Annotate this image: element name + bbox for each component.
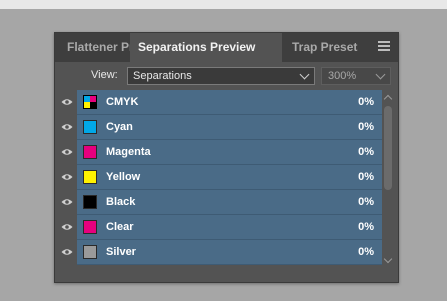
ink-swatch bbox=[83, 145, 97, 159]
ink-row-cmyk[interactable]: CMYK 0% bbox=[55, 90, 398, 115]
ink-row-yellow[interactable]: Yellow 0% bbox=[55, 165, 398, 190]
ink-name: Clear bbox=[106, 221, 134, 233]
view-row: View: Separations 300% bbox=[55, 62, 398, 90]
eye-icon[interactable] bbox=[61, 98, 73, 106]
ink-row-magenta[interactable]: Magenta 0% bbox=[55, 140, 398, 165]
ink-percent: 0% bbox=[358, 171, 374, 183]
ink-percent: 0% bbox=[358, 196, 374, 208]
ink-name: Yellow bbox=[106, 171, 141, 183]
eye-icon[interactable] bbox=[61, 223, 73, 231]
chevron-down-icon bbox=[299, 69, 310, 80]
ink-name: CMYK bbox=[106, 96, 139, 108]
ink-swatch bbox=[83, 120, 97, 134]
separations-preview-panel: Flattener Preview Separations Preview Tr… bbox=[54, 32, 399, 283]
ink-row-cyan[interactable]: Cyan 0% bbox=[55, 115, 398, 140]
ink-list-scrollbar[interactable] bbox=[382, 90, 396, 270]
eye-icon[interactable] bbox=[61, 248, 73, 256]
chevron-down-icon bbox=[375, 69, 386, 80]
ink-percent: 0% bbox=[358, 246, 374, 258]
eye-icon[interactable] bbox=[61, 173, 73, 181]
zoom-dropdown[interactable]: 300% bbox=[321, 67, 391, 85]
ink-swatch bbox=[83, 195, 97, 209]
view-dropdown-value: Separations bbox=[133, 70, 192, 82]
ink-percent: 0% bbox=[358, 121, 374, 133]
eye-icon[interactable] bbox=[61, 198, 73, 206]
ink-list: CMYK 0% Cyan 0% Magenta 0% Yellow 0% Bla… bbox=[55, 90, 398, 270]
ink-name: Silver bbox=[106, 246, 136, 258]
view-label: View: bbox=[91, 69, 118, 81]
ink-percent: 0% bbox=[358, 146, 374, 158]
ink-name: Black bbox=[106, 196, 136, 208]
tab-trap-presets[interactable]: Trap Presets bbox=[282, 33, 358, 62]
panel-tab-bar: Flattener Preview Separations Preview Tr… bbox=[55, 33, 398, 62]
eye-icon[interactable] bbox=[61, 148, 73, 156]
panel-menu-icon[interactable] bbox=[378, 41, 390, 53]
tab-separations-preview[interactable]: Separations Preview bbox=[130, 33, 282, 62]
cmyk-composite-icon bbox=[83, 95, 97, 109]
zoom-dropdown-value: 300% bbox=[328, 70, 357, 82]
scroll-up-icon[interactable] bbox=[383, 94, 393, 104]
ink-row-black[interactable]: Black 0% bbox=[55, 190, 398, 215]
ink-name: Cyan bbox=[106, 121, 133, 133]
view-dropdown[interactable]: Separations bbox=[127, 67, 315, 85]
background-strip bbox=[0, 0, 447, 9]
ink-row-silver[interactable]: Silver 0% bbox=[55, 240, 398, 265]
ink-swatch bbox=[83, 220, 97, 234]
scroll-down-icon[interactable] bbox=[383, 254, 393, 264]
ink-percent: 0% bbox=[358, 221, 374, 233]
ink-percent: 0% bbox=[358, 96, 374, 108]
ink-name: Magenta bbox=[106, 146, 151, 158]
ink-swatch bbox=[83, 170, 97, 184]
scrollbar-thumb[interactable] bbox=[384, 106, 392, 190]
eye-icon[interactable] bbox=[61, 123, 73, 131]
ink-swatch bbox=[83, 245, 97, 259]
ink-row-clear[interactable]: Clear 0% bbox=[55, 215, 398, 240]
tab-flattener-preview[interactable]: Flattener Preview bbox=[55, 33, 130, 62]
